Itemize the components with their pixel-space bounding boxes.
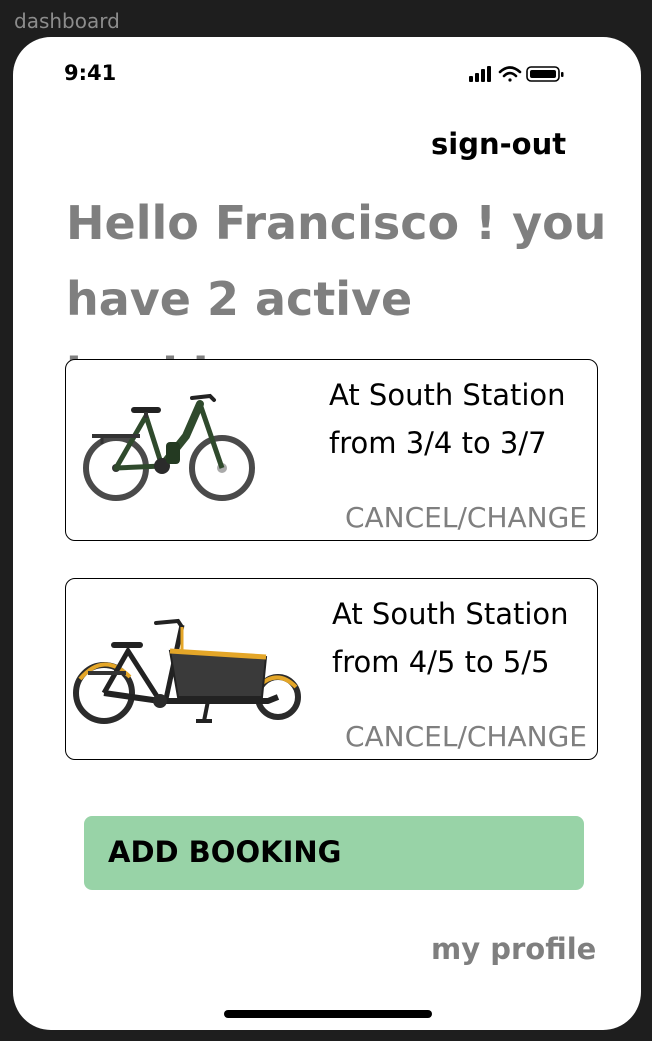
signal-icon xyxy=(469,66,491,82)
phone-screen: 9:41 sign-out Hello Francisco ! you have… xyxy=(13,37,641,1030)
sign-out-link[interactable]: sign-out xyxy=(431,127,566,161)
cargo-bike-icon xyxy=(73,618,301,724)
my-profile-link[interactable]: my profile xyxy=(431,932,596,966)
cancel-change-button[interactable]: CANCEL/CHANGE xyxy=(345,720,587,753)
booking-location: At South Station xyxy=(329,378,566,412)
add-booking-button[interactable]: ADD BOOKING xyxy=(84,816,584,890)
home-indicator[interactable] xyxy=(224,1010,432,1018)
add-booking-label: ADD BOOKING xyxy=(108,835,342,869)
booking-dates: from 4/5 to 5/5 xyxy=(332,645,550,679)
wifi-icon xyxy=(498,66,522,82)
battery-icon xyxy=(526,66,564,82)
cancel-change-button[interactable]: CANCEL/CHANGE xyxy=(345,501,587,534)
status-time: 9:41 xyxy=(64,61,117,85)
e-bike-icon xyxy=(83,393,255,501)
status-icons xyxy=(469,66,564,82)
booking-location: At South Station xyxy=(332,597,569,631)
booking-card[interactable]: At South Station from 4/5 to 5/5 CANCEL/… xyxy=(65,578,598,760)
booking-card[interactable]: At South Station from 3/4 to 3/7 CANCEL/… xyxy=(65,359,598,541)
frame-label: dashboard xyxy=(14,9,120,33)
booking-dates: from 3/4 to 3/7 xyxy=(329,426,547,460)
